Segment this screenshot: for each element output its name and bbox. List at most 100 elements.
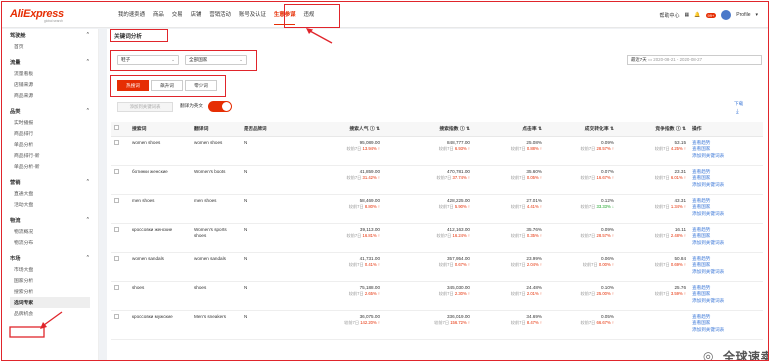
table-header: 搜索人气 ⓘ ⇅ xyxy=(293,122,383,137)
translate-toggle[interactable] xyxy=(208,101,232,112)
sidebar-item[interactable]: 单品分析 xyxy=(10,139,90,150)
sidebar-item[interactable]: 单品分析-新 xyxy=(10,161,90,172)
op-link[interactable]: 添加到关键词表 xyxy=(692,182,760,189)
sidebar-item[interactable]: 品牌机会 xyxy=(10,308,90,319)
download-link[interactable]: 下载 xyxy=(734,101,743,107)
tab-2[interactable]: 零少词 xyxy=(185,80,217,91)
row-checkbox[interactable] xyxy=(114,226,119,232)
sidebar-item[interactable]: 商品排行-新 xyxy=(10,150,90,161)
change-value: 2.30% ↑ xyxy=(454,291,470,297)
category-select[interactable]: 鞋子 ⌄ xyxy=(117,55,179,65)
op-link[interactable]: 添加到关键词表 xyxy=(692,240,760,247)
country-select[interactable]: 全部国家 ⌄ xyxy=(185,55,247,65)
add-to-keyword-list-button[interactable]: 添加到关键词表 xyxy=(117,102,173,112)
cell-change: 较前7日 8.80% ↑ xyxy=(296,204,380,210)
change-value: 6.01% ↑ xyxy=(670,175,686,181)
sidebar-group-title[interactable]: 营销 ⌃ xyxy=(10,176,90,188)
cell-change: 较前7日 6.01% ↑ xyxy=(620,175,686,181)
table-row: ботинки женские Women's boots N 41,859.00 较前… xyxy=(111,165,763,195)
sidebar-group-title[interactable]: 品类 ⌃ xyxy=(10,105,90,117)
translation: Men's sneakers xyxy=(191,310,241,340)
sidebar-group-title[interactable]: 驾驶舱 ⌃ xyxy=(10,29,90,41)
row-checkbox[interactable] xyxy=(114,313,119,319)
change-label: 较前7日 xyxy=(580,233,597,239)
sidebar-item[interactable]: 实时播报 xyxy=(10,117,90,128)
brand-flag: N xyxy=(241,194,293,224)
ops-cell: 查看趋势 查看国家 添加到关键词表 xyxy=(689,281,763,311)
search-term: ботинки женские xyxy=(129,165,191,195)
change-value: 6.93% ↑ xyxy=(454,146,470,152)
date-range-select[interactable]: 最近7天 ▭ 2020-08-21 - 2020-08-27 xyxy=(627,55,762,65)
nav-item-0[interactable]: 我的速卖通 xyxy=(114,2,149,28)
sidebar-item[interactable]: 商品排行 xyxy=(10,128,90,139)
change-label: 较前7日 xyxy=(348,262,365,268)
bell-icon[interactable]: 🔔 xyxy=(694,12,700,18)
row-checkbox[interactable] xyxy=(114,255,119,261)
sidebar-item[interactable]: 物流分布 xyxy=(10,237,90,248)
profile-menu[interactable]: Profile xyxy=(736,12,750,18)
change-value: 8.80% ↑ xyxy=(364,204,380,210)
table-cell: 41,859.00 较前7日 31.42% ↑ xyxy=(293,165,383,195)
op-link[interactable]: 查看国家 xyxy=(692,233,760,240)
country-value: 全部国家 xyxy=(189,57,208,62)
table-cell: 58,469.00 较前7日 8.80% ↑ xyxy=(293,194,383,224)
op-link[interactable]: 查看国家 xyxy=(692,291,760,298)
sidebar-item[interactable]: 流量看板 xyxy=(10,68,90,79)
sidebar-item[interactable]: 选词专家 xyxy=(10,297,90,308)
sidebar-item[interactable]: 直通大盘 xyxy=(10,188,90,199)
nav-item-4[interactable]: 营销活动 xyxy=(205,2,235,28)
change-value: 16.81% ↑ xyxy=(362,233,380,239)
nav-item-3[interactable]: 店铺 xyxy=(187,2,206,28)
op-link[interactable]: 添加到关键词表 xyxy=(692,153,760,160)
sidebar: 驾驶舱 ⌃ 首页 流量 ⌃ 流量看板 店铺来源 商品来源 品类 ⌃ 实时播报 商品排行 单品分析 商品排行… xyxy=(2,29,99,360)
op-link[interactable]: 查看国家 xyxy=(692,204,760,211)
grid-icon[interactable]: ▦ xyxy=(685,12,690,18)
change-label: 较前7日 xyxy=(436,233,453,239)
sidebar-group-title[interactable]: 物流 ⌃ xyxy=(10,214,90,226)
sidebar-item[interactable]: 搜索分析 xyxy=(10,286,90,297)
nav-item-1[interactable]: 商品 xyxy=(149,2,168,28)
op-link[interactable]: 查看国家 xyxy=(692,262,760,269)
sidebar-item[interactable]: 国家分析 xyxy=(10,275,90,286)
op-link[interactable]: 添加到关键词表 xyxy=(692,269,760,276)
sidebar-item[interactable]: 物流概况 xyxy=(10,226,90,237)
sidebar-group: 流量 ⌃ 流量看板 店铺来源 商品来源 xyxy=(2,56,98,105)
tab-0[interactable]: 热搜词 xyxy=(117,80,149,91)
avatar[interactable] xyxy=(721,10,732,20)
change-label: 较前7日 xyxy=(438,204,455,210)
search-term: women sandals xyxy=(129,252,191,282)
op-link[interactable]: 查看国家 xyxy=(692,175,760,182)
chevron-up-icon: ⌃ xyxy=(85,32,90,38)
change-label: 较前7日 xyxy=(348,291,365,297)
row-checkbox[interactable] xyxy=(114,139,119,145)
download-icon[interactable]: ⤓ xyxy=(736,109,739,116)
change-label: 较前7日 xyxy=(654,146,671,152)
sidebar-item[interactable]: 商品来源 xyxy=(10,90,90,101)
search-term: кроссовки мужские xyxy=(129,310,191,340)
row-checkbox[interactable] xyxy=(114,168,119,174)
sidebar-item[interactable]: 首页 xyxy=(10,41,90,52)
row-checkbox[interactable] xyxy=(114,197,119,203)
cell-change: 较前7日 31.42% ↑ xyxy=(296,175,380,181)
row-checkbox[interactable] xyxy=(114,284,119,290)
op-link[interactable]: 添加到关键词表 xyxy=(692,298,760,305)
sidebar-item[interactable]: 店铺来源 xyxy=(10,79,90,90)
help-center-link[interactable]: 帮助中心 xyxy=(660,12,680,19)
table-cell: 0.06% 较前7日 0.00% ↑ xyxy=(545,252,617,282)
op-link[interactable]: 查看国家 xyxy=(692,146,760,153)
change-value: 4.25% ↑ xyxy=(670,146,686,152)
chevron-down-icon[interactable]: ▾ xyxy=(755,12,758,18)
select-all-checkbox[interactable] xyxy=(114,125,119,131)
nav-item-2[interactable]: 交易 xyxy=(168,2,187,28)
sidebar-item[interactable]: 活动大盘 xyxy=(10,199,90,210)
sidebar-group-title[interactable]: 市场 ⌃ xyxy=(10,252,90,264)
sidebar-group-label: 驾驶舱 xyxy=(10,33,26,39)
ops-cell: 查看趋势 查看国家 添加到关键词表 xyxy=(689,194,763,224)
op-link[interactable]: 添加到关键词表 xyxy=(692,327,760,334)
sidebar-group-title[interactable]: 流量 ⌃ xyxy=(10,56,90,68)
op-link[interactable]: 查看国家 xyxy=(692,320,760,327)
op-link[interactable]: 添加到关键词表 xyxy=(692,211,760,218)
tab-1[interactable]: 飙升词 xyxy=(151,80,183,91)
nav-item-5[interactable]: 账号及认证 xyxy=(235,2,270,28)
sidebar-item[interactable]: 市场大盘 xyxy=(10,264,90,275)
